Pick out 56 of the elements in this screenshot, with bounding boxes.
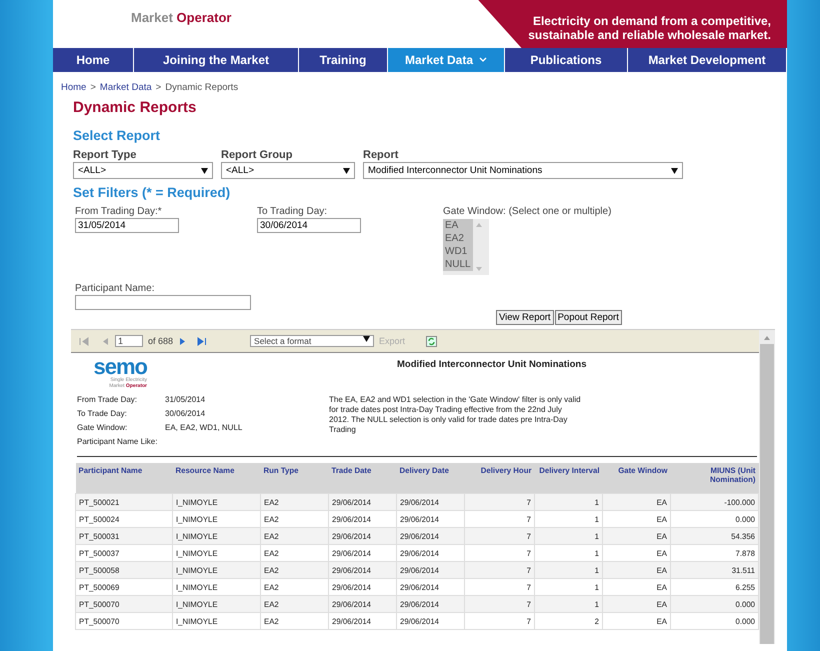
page-count: of 688 <box>148 336 174 346</box>
first-page-icon[interactable] <box>79 336 89 346</box>
param-value: EA, EA2, WD1, NULL <box>165 423 242 432</box>
dropdown[interactable]: Modified Interconnector Unit Nominations <box>363 162 683 179</box>
report-button[interactable]: View Report <box>496 310 554 325</box>
caret-icon <box>343 168 350 174</box>
list-option[interactable]: EA <box>443 219 473 232</box>
field-label: From Trading Day:* <box>75 206 163 217</box>
breadcrumb-link[interactable]: Market Data <box>100 82 152 93</box>
separator: > <box>90 82 96 93</box>
param-value: 30/06/2014 <box>165 409 206 418</box>
section-heading: Set Filters (* = Required) <box>73 185 232 200</box>
nav-item[interactable]: Publications <box>505 48 628 72</box>
date-field[interactable]: 31/05/2014 <box>75 218 179 233</box>
report-title: Modified Interconnector Unit Nominations <box>397 359 586 372</box>
note-text: The EA, EA2 and WD1 selection in the 'Gate Window' filter is only valid for trade dates post Intra-Day Trading effective from the 22nd July 2012. The NULL selection is only valid for trade dates pre Intra-Day Trading <box>329 395 582 436</box>
nav-item[interactable]: Joining the Market <box>134 48 299 72</box>
separator: > <box>156 82 162 93</box>
logo-text: Market Operator <box>131 10 232 24</box>
scroll-up-icon[interactable] <box>763 334 771 342</box>
nav-item[interactable]: Market Development <box>628 48 787 72</box>
list-option[interactable]: WD1 <box>443 245 473 258</box>
refresh-icon[interactable] <box>426 336 438 346</box>
page-field[interactable]: 1 <box>115 335 143 347</box>
field-label: To Trading Day: <box>257 206 328 217</box>
text-field[interactable] <box>75 295 251 310</box>
section-heading: Select Report <box>73 128 162 143</box>
param-label: From Trade Day: <box>77 395 138 404</box>
list-option[interactable]: EA2 <box>443 232 473 245</box>
field-label: Report <box>363 149 400 161</box>
caret-icon <box>671 168 678 174</box>
param-value: 31/05/2014 <box>165 395 206 404</box>
dropdown[interactable]: <ALL> <box>221 162 355 179</box>
date-field[interactable]: 30/06/2014 <box>257 218 361 233</box>
page-title: Dynamic Reports <box>73 99 198 116</box>
nav-item[interactable]: Home <box>53 48 134 72</box>
param-label: Gate Window: <box>77 423 128 432</box>
breadcrumb-link[interactable]: Home <box>61 82 86 93</box>
list-box[interactable]: EA EA2 WD1 NULL <box>443 219 489 275</box>
format-dropdown[interactable]: Select a format <box>250 335 374 347</box>
field-label: Report Group <box>221 149 294 161</box>
caret-icon <box>363 336 370 342</box>
field-label: Report Type <box>73 149 138 161</box>
last-page-icon[interactable] <box>197 336 208 346</box>
banner: Electricity on demand from a competitive, sustainable and reliable wholesale market. <box>478 0 787 48</box>
list-option[interactable]: NULL <box>443 258 473 271</box>
field-label: Gate Window: (Select one or multiple) <box>443 206 612 217</box>
next-page-icon[interactable] <box>178 336 186 346</box>
field-label: Participant Name: <box>75 283 156 294</box>
param-label: To Trade Day: <box>77 409 128 418</box>
dropdown[interactable]: <ALL> <box>73 162 213 179</box>
scrollbar[interactable] <box>759 330 775 644</box>
caret-icon <box>201 168 208 174</box>
nav-item[interactable]: Market Data <box>388 48 505 72</box>
param-label: Participant Name Like: <box>77 437 158 446</box>
report-button[interactable]: Popout Report <box>554 310 622 325</box>
